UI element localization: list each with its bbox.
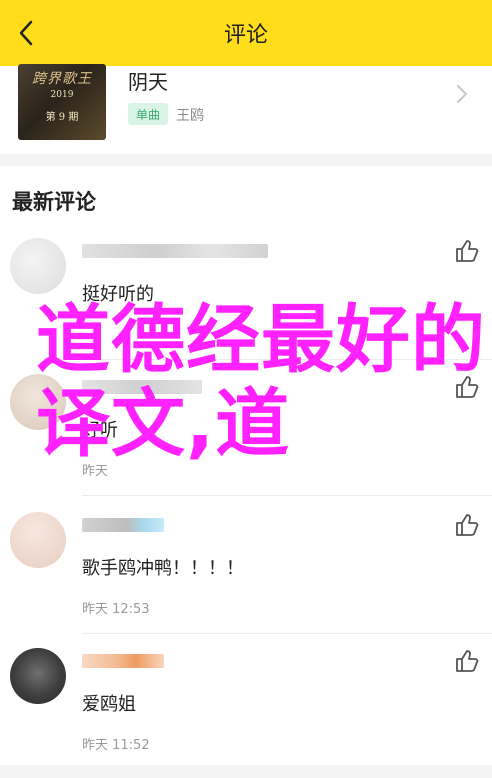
divider	[82, 359, 492, 360]
album-cover: 跨界歌王 2019 第 9 期	[18, 64, 106, 140]
chevron-right-icon[interactable]	[452, 82, 472, 106]
avatar[interactable]	[10, 648, 66, 704]
comment-text: 好听	[82, 420, 118, 441]
thumbs-up-icon[interactable]	[454, 374, 480, 400]
comment-item: 歌手鸥冲鸭！！！！ 昨天 12:53	[0, 512, 492, 642]
section-title: 最新评论	[12, 190, 96, 214]
comment-text: 挺好听的	[82, 284, 154, 305]
divider	[82, 495, 492, 496]
song-name: 阴天	[128, 70, 168, 94]
cover-episode: 第 9 期	[45, 112, 79, 123]
thumbs-up-icon[interactable]	[454, 238, 480, 264]
username-blurred[interactable]	[82, 518, 164, 532]
avatar[interactable]	[10, 238, 66, 294]
username-blurred[interactable]	[82, 380, 202, 394]
page-title: 评论	[223, 23, 268, 48]
avatar[interactable]	[10, 374, 66, 430]
back-button[interactable]	[6, 13, 46, 53]
comment-text: 爱鸥姐	[82, 694, 136, 715]
comment-item: 好听 昨天	[0, 374, 492, 504]
comment-time: 昨天 12:53	[82, 602, 150, 617]
comment-text: 歌手鸥冲鸭！！！！	[82, 558, 244, 579]
username-blurred[interactable]	[82, 244, 268, 258]
thumbs-up-icon[interactable]	[454, 648, 480, 674]
single-tag-badge: 单曲	[128, 103, 168, 125]
cover-brand: 跨界歌王	[32, 71, 92, 87]
divider	[82, 633, 492, 634]
chevron-left-icon	[19, 20, 33, 46]
cover-year: 2019	[50, 90, 74, 100]
comment-time: 昨天	[82, 464, 109, 479]
song-card[interactable]: 跨界歌王 2019 第 9 期 阴天 单曲 王鸥	[0, 64, 492, 154]
singer-name[interactable]: 王鸥	[176, 105, 204, 125]
comment-item: 爱鸥姐 昨天 11:52	[0, 648, 492, 778]
thumbs-up-icon[interactable]	[454, 512, 480, 538]
comment-item: 挺好听的	[0, 238, 492, 368]
username-blurred[interactable]	[82, 654, 164, 668]
app-header: 评论	[0, 0, 492, 66]
avatar[interactable]	[10, 512, 66, 568]
comment-time: 昨天 11:52	[82, 738, 150, 753]
